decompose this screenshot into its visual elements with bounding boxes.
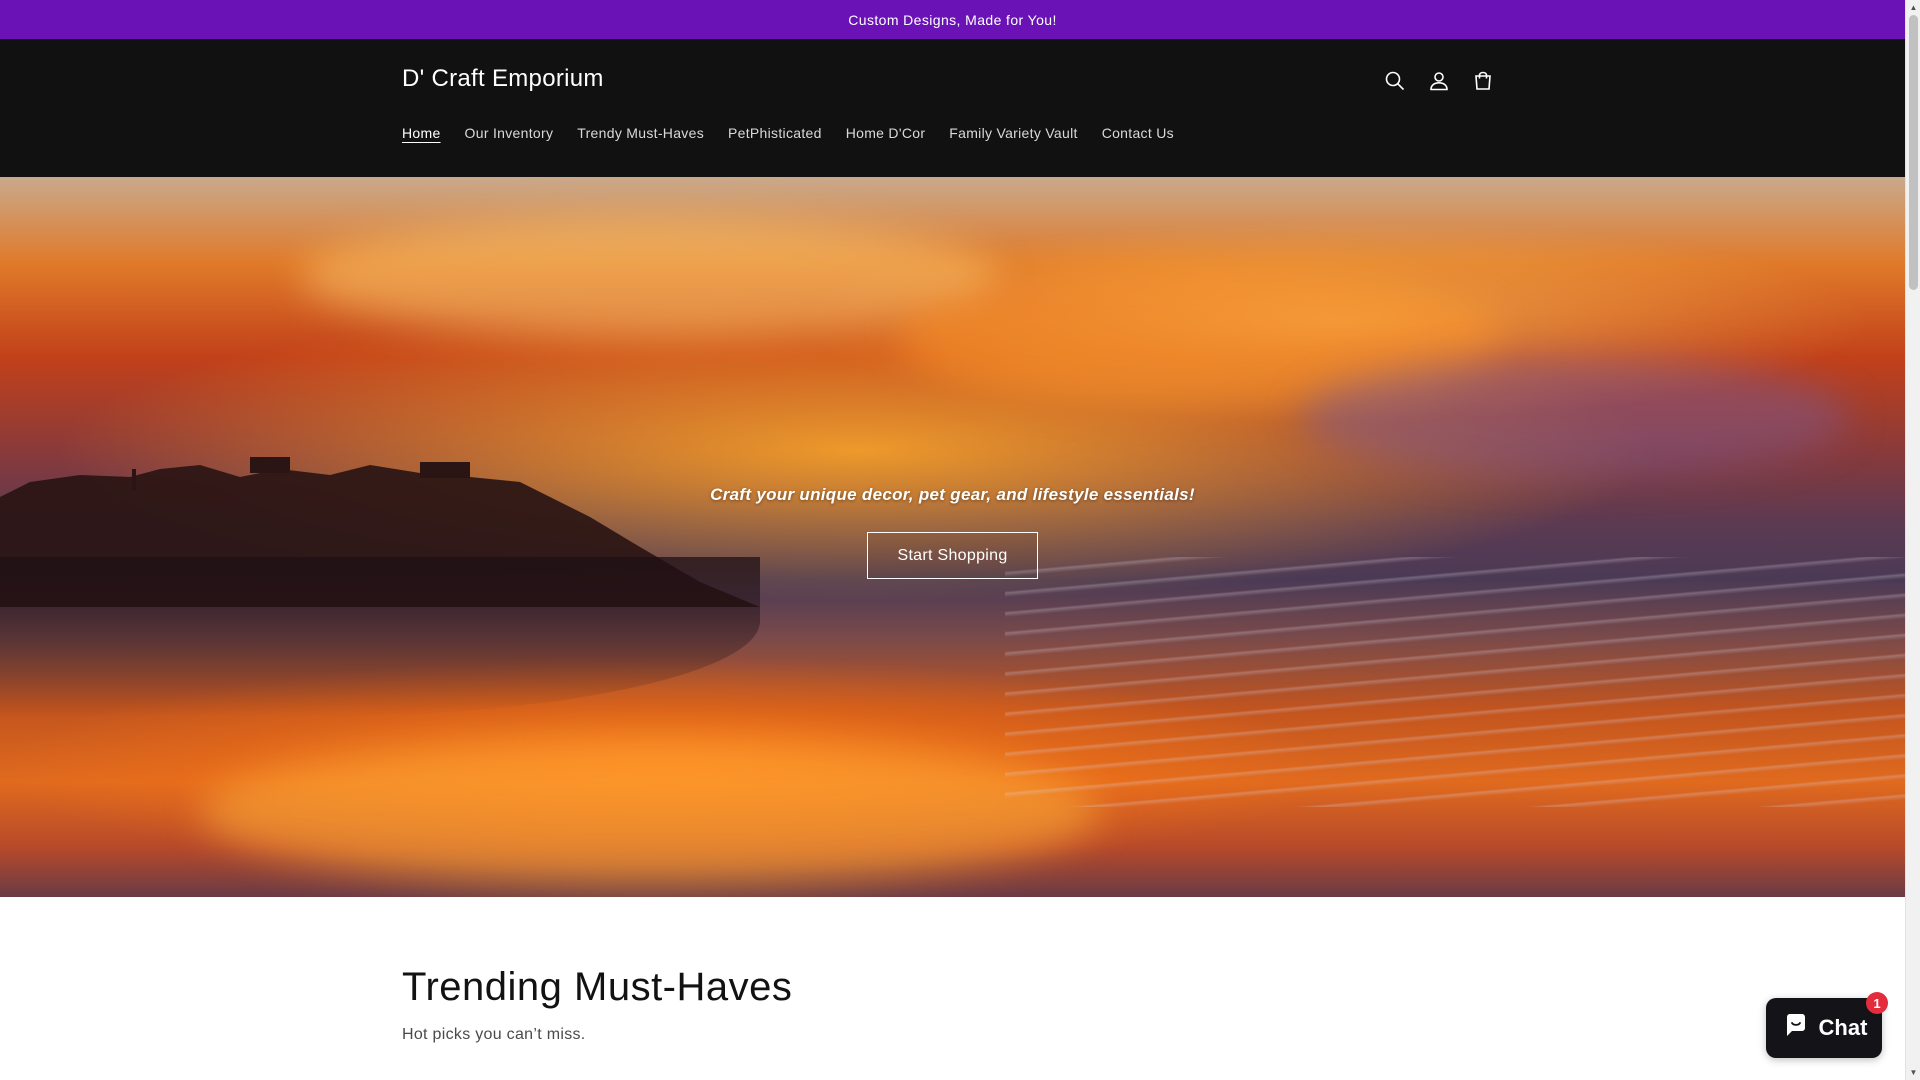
store-logo[interactable]: D' Craft Emporium bbox=[402, 65, 604, 93]
header-inner: D' Craft Emporium Home Our Inventory Tre… bbox=[402, 39, 1503, 177]
site-header: D' Craft Emporium Home Our Inventory Tre… bbox=[0, 39, 1905, 177]
chat-bubble-icon bbox=[1781, 1010, 1811, 1046]
nav-our-inventory[interactable]: Our Inventory bbox=[465, 125, 554, 141]
page-scrollbar[interactable]: ▲ ▼ bbox=[1905, 0, 1920, 1080]
hero-cloud-highlight bbox=[300, 217, 1000, 337]
chat-label: Chat bbox=[1818, 1015, 1868, 1040]
viewport: Custom Designs, Made for You! D' Craft E… bbox=[0, 0, 1905, 1080]
announcement-text: Custom Designs, Made for You! bbox=[848, 11, 1057, 28]
search-button[interactable] bbox=[1375, 63, 1415, 103]
hero-banner: Craft your unique decor, pet gear, and l… bbox=[0, 177, 1905, 897]
account-icon bbox=[1427, 69, 1451, 98]
cart-icon bbox=[1471, 69, 1495, 98]
scrollbar-thumb[interactable] bbox=[1909, 15, 1918, 290]
hero-content: Craft your unique decor, pet gear, and l… bbox=[0, 485, 1905, 579]
trending-section: Trending Must-Haves Hot picks you can’t … bbox=[0, 897, 1905, 1044]
hero-tagline: Craft your unique decor, pet gear, and l… bbox=[710, 485, 1195, 504]
chat-button[interactable]: Chat bbox=[1766, 998, 1882, 1058]
scroll-up-arrow-icon[interactable]: ▲ bbox=[1906, 0, 1920, 15]
scroll-down-arrow-icon[interactable]: ▼ bbox=[1906, 1065, 1920, 1080]
hero-cloud-highlight bbox=[1300, 357, 1850, 477]
announcement-bar: Custom Designs, Made for You! bbox=[0, 0, 1905, 39]
header-icons bbox=[1375, 63, 1503, 103]
nav-family-variety-vault[interactable]: Family Variety Vault bbox=[949, 125, 1077, 141]
main-nav: Home Our Inventory Trendy Must-Haves Pet… bbox=[402, 125, 1198, 141]
nav-trendy-must-haves[interactable]: Trendy Must-Haves bbox=[577, 125, 704, 141]
hero-water-glow bbox=[200, 737, 1100, 887]
search-icon bbox=[1383, 69, 1407, 98]
nav-home[interactable]: Home bbox=[402, 125, 441, 141]
cart-button[interactable] bbox=[1463, 63, 1503, 103]
chat-notification-badge: 1 bbox=[1866, 992, 1888, 1014]
cliff-reflection bbox=[0, 557, 760, 717]
start-shopping-button[interactable]: Start Shopping bbox=[867, 532, 1038, 579]
ocean-surf bbox=[1005, 557, 1905, 807]
nav-home-dcor[interactable]: Home D'Cor bbox=[846, 125, 926, 141]
section-title: Trending Must-Haves bbox=[402, 965, 793, 1009]
page: Custom Designs, Made for You! D' Craft E… bbox=[0, 0, 1920, 1080]
section-subtitle: Hot picks you can’t miss. bbox=[402, 1026, 586, 1043]
account-button[interactable] bbox=[1419, 63, 1459, 103]
nav-contact-us[interactable]: Contact Us bbox=[1102, 125, 1174, 141]
nav-petphisticated[interactable]: PetPhisticated bbox=[728, 125, 822, 141]
